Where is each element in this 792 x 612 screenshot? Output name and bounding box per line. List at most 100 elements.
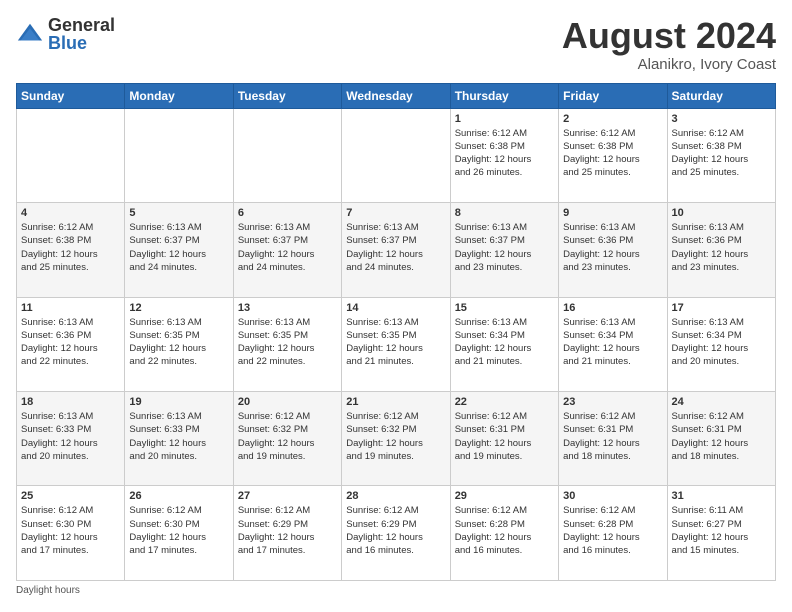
- day-number: 22: [455, 396, 554, 408]
- calendar-cell: 28Sunrise: 6:12 AM Sunset: 6:29 PM Dayli…: [342, 486, 450, 581]
- calendar-header-thursday: Thursday: [450, 83, 558, 108]
- day-info: Sunrise: 6:12 AM Sunset: 6:28 PM Dayligh…: [563, 504, 662, 557]
- calendar-week-row: 11 Sunrise: 6:13 AM Sunset: 6:36 PM Dayli…: [17, 297, 776, 391]
- calendar-cell: 31 Sunrise: 6:11 AM Sunset: 6:27 PM Dayli…: [667, 486, 775, 581]
- calendar-cell: 7Sunrise: 6:13 AM Sunset: 6:37 PM Daylig…: [342, 203, 450, 297]
- day-info: Sunrise: 6:12 AM Sunset: 6:38 PM Dayligh…: [672, 127, 771, 180]
- day-info: Sunrise: 6:12 AM Sunset: 6:31 PM Dayligh…: [672, 410, 771, 463]
- day-info: Sunrise: 6:12 AM Sunset: 6:31 PM Dayligh…: [563, 410, 662, 463]
- day-info: Sunrise: 6:12 AM Sunset: 6:29 PM Dayligh…: [238, 504, 337, 557]
- calendar-week-row: 18Sunrise: 6:13 AM Sunset: 6:33 PM Dayli…: [17, 392, 776, 486]
- calendar-cell: 27 Sunrise: 6:12 AM Sunset: 6:29 PM Dayli…: [233, 486, 341, 581]
- day-number: 27: [238, 490, 337, 502]
- day-number: 11: [21, 302, 120, 314]
- calendar-cell: 16 Sunrise: 6:13 AM Sunset: 6:34 PM Dayli…: [559, 297, 667, 391]
- day-number: 1: [455, 113, 554, 125]
- day-number: 30: [563, 490, 662, 502]
- title-block: August 2024 Alanikro, Ivory Coast: [562, 16, 776, 73]
- day-info: Sunrise: 6:12 AM Sunset: 6:31 PM Dayligh…: [455, 410, 554, 463]
- day-info: Sunrise: 6:12 AM Sunset: 6:32 PM Dayligh…: [346, 410, 445, 463]
- calendar-cell: 12 Sunrise: 6:13 AM Sunset: 6:35 PM Dayli…: [125, 297, 233, 391]
- calendar-cell: 24 Sunrise: 6:12 AM Sunset: 6:31 PM Dayli…: [667, 392, 775, 486]
- calendar-cell: 23Sunrise: 6:12 AM Sunset: 6:31 PM Dayli…: [559, 392, 667, 486]
- day-number: 15: [455, 302, 554, 314]
- day-number: 14: [346, 302, 445, 314]
- calendar-cell: 17 Sunrise: 6:13 AM Sunset: 6:34 PM Dayli…: [667, 297, 775, 391]
- calendar-cell: 2 Sunrise: 6:12 AM Sunset: 6:38 PM Daylig…: [559, 108, 667, 202]
- calendar-cell: 22 Sunrise: 6:12 AM Sunset: 6:31 PM Dayli…: [450, 392, 558, 486]
- day-info: Sunrise: 6:12 AM Sunset: 6:38 PM Dayligh…: [455, 127, 554, 180]
- day-info: Sunrise: 6:13 AM Sunset: 6:33 PM Dayligh…: [21, 410, 120, 463]
- day-number: 8: [455, 207, 554, 219]
- day-number: 13: [238, 302, 337, 314]
- day-info: Sunrise: 6:13 AM Sunset: 6:34 PM Dayligh…: [563, 316, 662, 369]
- calendar-cell: 26 Sunrise: 6:12 AM Sunset: 6:30 PM Dayli…: [125, 486, 233, 581]
- day-info: Sunrise: 6:13 AM Sunset: 6:37 PM Dayligh…: [129, 221, 228, 274]
- day-info: Sunrise: 6:12 AM Sunset: 6:28 PM Dayligh…: [455, 504, 554, 557]
- day-number: 26: [129, 490, 228, 502]
- calendar-week-row: 25 Sunrise: 6:12 AM Sunset: 6:30 PM Dayli…: [17, 486, 776, 581]
- day-number: 16: [563, 302, 662, 314]
- calendar-cell: 8Sunrise: 6:13 AM Sunset: 6:37 PM Daylig…: [450, 203, 558, 297]
- logo-blue: Blue: [48, 34, 115, 52]
- calendar-header-saturday: Saturday: [667, 83, 775, 108]
- calendar-cell: 1 Sunrise: 6:12 AM Sunset: 6:38 PM Daylig…: [450, 108, 558, 202]
- day-number: 6: [238, 207, 337, 219]
- day-number: 25: [21, 490, 120, 502]
- logo-general: General: [48, 16, 115, 34]
- calendar-cell: 13 Sunrise: 6:13 AM Sunset: 6:35 PM Dayli…: [233, 297, 341, 391]
- day-info: Sunrise: 6:12 AM Sunset: 6:38 PM Dayligh…: [563, 127, 662, 180]
- day-number: 21: [346, 396, 445, 408]
- month-year: August 2024: [562, 16, 776, 56]
- day-number: 17: [672, 302, 771, 314]
- calendar-cell: 10Sunrise: 6:13 AM Sunset: 6:36 PM Dayli…: [667, 203, 775, 297]
- day-info: Sunrise: 6:12 AM Sunset: 6:30 PM Dayligh…: [129, 504, 228, 557]
- calendar-cell: [233, 108, 341, 202]
- day-info: Sunrise: 6:13 AM Sunset: 6:36 PM Dayligh…: [21, 316, 120, 369]
- logo-icon: [16, 20, 44, 48]
- day-info: Sunrise: 6:13 AM Sunset: 6:36 PM Dayligh…: [672, 221, 771, 274]
- day-info: Sunrise: 6:13 AM Sunset: 6:33 PM Dayligh…: [129, 410, 228, 463]
- daylight-label: Daylight hours: [16, 585, 80, 596]
- calendar-cell: 9Sunrise: 6:13 AM Sunset: 6:36 PM Daylig…: [559, 203, 667, 297]
- day-info: Sunrise: 6:13 AM Sunset: 6:35 PM Dayligh…: [346, 316, 445, 369]
- calendar-header-monday: Monday: [125, 83, 233, 108]
- page: General Blue August 2024 Alanikro, Ivory…: [0, 0, 792, 612]
- calendar-cell: 3 Sunrise: 6:12 AM Sunset: 6:38 PM Daylig…: [667, 108, 775, 202]
- day-number: 4: [21, 207, 120, 219]
- day-info: Sunrise: 6:12 AM Sunset: 6:30 PM Dayligh…: [21, 504, 120, 557]
- calendar-cell: [17, 108, 125, 202]
- day-number: 19: [129, 396, 228, 408]
- day-number: 2: [563, 113, 662, 125]
- logo: General Blue: [16, 16, 115, 52]
- day-info: Sunrise: 6:13 AM Sunset: 6:35 PM Dayligh…: [129, 316, 228, 369]
- calendar-cell: 30 Sunrise: 6:12 AM Sunset: 6:28 PM Dayli…: [559, 486, 667, 581]
- calendar-header-row: SundayMondayTuesdayWednesdayThursdayFrid…: [17, 83, 776, 108]
- calendar-cell: 21 Sunrise: 6:12 AM Sunset: 6:32 PM Dayli…: [342, 392, 450, 486]
- day-number: 24: [672, 396, 771, 408]
- day-number: 31: [672, 490, 771, 502]
- calendar-cell: 5 Sunrise: 6:13 AM Sunset: 6:37 PM Daylig…: [125, 203, 233, 297]
- day-info: Sunrise: 6:13 AM Sunset: 6:37 PM Dayligh…: [238, 221, 337, 274]
- day-info: Sunrise: 6:13 AM Sunset: 6:36 PM Dayligh…: [563, 221, 662, 274]
- calendar-week-row: 1 Sunrise: 6:12 AM Sunset: 6:38 PM Daylig…: [17, 108, 776, 202]
- day-number: 12: [129, 302, 228, 314]
- day-number: 5: [129, 207, 228, 219]
- day-number: 20: [238, 396, 337, 408]
- header: General Blue August 2024 Alanikro, Ivory…: [16, 16, 776, 73]
- calendar-cell: 6 Sunrise: 6:13 AM Sunset: 6:37 PM Daylig…: [233, 203, 341, 297]
- calendar-cell: 11 Sunrise: 6:13 AM Sunset: 6:36 PM Dayli…: [17, 297, 125, 391]
- day-number: 29: [455, 490, 554, 502]
- calendar-header-tuesday: Tuesday: [233, 83, 341, 108]
- calendar-cell: 19 Sunrise: 6:13 AM Sunset: 6:33 PM Dayli…: [125, 392, 233, 486]
- calendar-cell: 15Sunrise: 6:13 AM Sunset: 6:34 PM Dayli…: [450, 297, 558, 391]
- day-info: Sunrise: 6:13 AM Sunset: 6:34 PM Dayligh…: [672, 316, 771, 369]
- day-number: 3: [672, 113, 771, 125]
- day-info: Sunrise: 6:12 AM Sunset: 6:29 PM Dayligh…: [346, 504, 445, 557]
- calendar-cell: [342, 108, 450, 202]
- day-info: Sunrise: 6:13 AM Sunset: 6:37 PM Dayligh…: [346, 221, 445, 274]
- footer: Daylight hours: [16, 585, 776, 596]
- day-info: Sunrise: 6:13 AM Sunset: 6:35 PM Dayligh…: [238, 316, 337, 369]
- day-info: Sunrise: 6:11 AM Sunset: 6:27 PM Dayligh…: [672, 504, 771, 557]
- calendar-cell: 4Sunrise: 6:12 AM Sunset: 6:38 PM Daylig…: [17, 203, 125, 297]
